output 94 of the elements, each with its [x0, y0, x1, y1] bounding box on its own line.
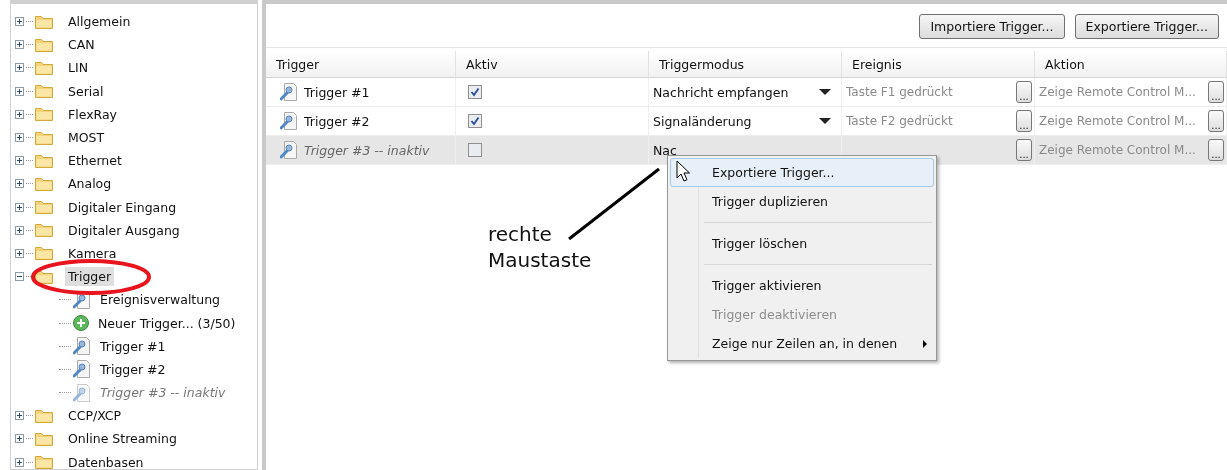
dropdown-arrow-icon[interactable] — [819, 89, 831, 95]
expand-icon[interactable] — [15, 40, 24, 50]
folder-icon — [35, 153, 53, 168]
tree-item[interactable]: Trigger — [65, 267, 115, 287]
tree-item[interactable]: Digitaler Eingang — [65, 197, 180, 217]
collapse-icon[interactable] — [15, 272, 24, 282]
menu-item[interactable]: Trigger aktivieren — [670, 271, 934, 300]
expand-icon[interactable] — [15, 133, 24, 143]
browse-button[interactable]: ... — [1208, 139, 1224, 161]
toolbar-button[interactable]: Exportiere Trigger... — [1074, 14, 1219, 39]
folder-icon — [35, 84, 53, 99]
checkbox[interactable] — [468, 85, 482, 99]
expand-icon[interactable] — [15, 248, 24, 258]
wrench-document-icon — [73, 337, 91, 356]
tree-item[interactable]: Trigger #2 — [97, 359, 169, 379]
plus-circle-icon — [73, 315, 89, 332]
mode-dropdown[interactable]: Signaländerung — [653, 113, 752, 129]
folder-icon — [35, 176, 53, 191]
expand-icon[interactable] — [15, 179, 24, 189]
tree-item[interactable]: Online Streaming — [65, 429, 180, 449]
menu-item[interactable]: Exportiere Trigger... — [670, 158, 934, 187]
menu-item[interactable]: Trigger löschen — [670, 229, 934, 258]
tree-item[interactable]: Neuer Trigger... (3/50) — [95, 313, 239, 333]
wrench-document-icon — [280, 112, 298, 130]
event-text: Taste F2 gedrückt — [846, 114, 954, 128]
wrench-document-icon — [280, 141, 298, 159]
mouse-pointer-icon — [676, 160, 690, 182]
tree-item[interactable]: CCP/XCP — [65, 406, 125, 426]
tree-item[interactable]: Analog — [65, 174, 115, 194]
trigger-name: Trigger #1 — [304, 84, 370, 100]
submenu-arrow-icon — [923, 339, 927, 348]
expand-icon[interactable] — [15, 156, 24, 166]
expand-icon[interactable] — [15, 63, 24, 73]
table-row[interactable]: Trigger #1 Nachricht empfangen Taste F1 gedrückt ... Zeige Remote Control M... ... — [266, 78, 1227, 107]
tree-item[interactable]: Datenbasen — [65, 452, 147, 470]
tree-item[interactable]: FlexRay — [65, 104, 120, 124]
folder-icon — [35, 431, 53, 446]
column-header[interactable]: Triggermodus — [649, 51, 842, 77]
checkbox[interactable] — [468, 114, 482, 128]
browse-button[interactable]: ... — [1016, 110, 1032, 132]
annotation-text: rechte Maustaste — [488, 221, 593, 273]
wrench-document-icon — [280, 83, 298, 101]
wrench-document-icon — [73, 360, 91, 379]
table-row[interactable]: Trigger #3 -- inaktiv Nac ... Zeige Remote Control M... ... — [266, 136, 1227, 165]
expand-icon[interactable] — [15, 17, 24, 27]
expand-icon[interactable] — [15, 202, 24, 212]
dropdown-arrow-icon[interactable] — [819, 118, 831, 124]
expand-icon[interactable] — [15, 109, 24, 119]
tree-item[interactable]: Trigger #1 — [97, 336, 169, 356]
tree-item[interactable]: LIN — [65, 58, 91, 78]
tree-item[interactable]: Serial — [65, 81, 107, 101]
folder-icon — [35, 455, 53, 470]
action-text: Zeige Remote Control M... — [1039, 114, 1197, 128]
tree-item[interactable]: Digitaler Ausgang — [65, 220, 183, 240]
menu-item[interactable]: Zeige nur Zeilen an, in denen — [670, 329, 934, 358]
folder-icon — [35, 14, 53, 29]
folder-icon — [35, 130, 53, 145]
column-header[interactable]: Trigger — [266, 51, 456, 77]
menu-item[interactable]: Trigger duplizieren — [670, 187, 934, 216]
column-header[interactable]: Ereignis — [842, 51, 1035, 77]
tree-item[interactable]: MOST — [65, 128, 108, 148]
expand-icon[interactable] — [15, 225, 24, 235]
action-text: Zeige Remote Control M... — [1039, 143, 1197, 157]
mode-dropdown[interactable]: Nac — [653, 142, 677, 158]
folder-icon — [35, 246, 53, 261]
folder-icon — [35, 223, 53, 238]
tree-item[interactable]: Kamera — [65, 243, 120, 263]
browse-button[interactable]: ... — [1208, 81, 1224, 103]
browse-button[interactable]: ... — [1016, 81, 1032, 103]
expand-icon[interactable] — [15, 434, 24, 444]
tree-item[interactable]: Allgemein — [65, 12, 134, 32]
expand-icon[interactable] — [15, 86, 24, 96]
trigger-name: Trigger #2 — [304, 113, 370, 129]
action-text: Zeige Remote Control M... — [1039, 85, 1197, 99]
folder-icon — [35, 107, 53, 122]
tree-item[interactable]: Ereignisverwaltung — [97, 290, 224, 310]
folder-icon — [35, 408, 53, 423]
event-text: Taste F1 gedrückt — [846, 85, 954, 99]
folder-icon — [35, 37, 53, 52]
folder-icon — [35, 200, 53, 215]
tree-item[interactable]: Ethernet — [65, 151, 125, 171]
toolbar-button[interactable]: Importiere Trigger... — [919, 14, 1065, 39]
wrench-document-icon — [73, 383, 91, 402]
expand-icon[interactable] — [15, 457, 24, 467]
folder-icon — [35, 60, 53, 75]
tree-item[interactable]: CAN — [65, 35, 98, 55]
checkbox[interactable] — [468, 143, 482, 157]
trigger-name: Trigger #3 -- inaktiv — [304, 142, 430, 158]
mode-dropdown[interactable]: Nachricht empfangen — [653, 84, 789, 100]
column-header[interactable]: Aktiv — [456, 51, 649, 77]
expand-icon[interactable] — [15, 411, 24, 421]
column-header[interactable]: Aktion — [1035, 51, 1227, 77]
browse-button[interactable]: ... — [1208, 110, 1224, 132]
browse-button[interactable]: ... — [1016, 139, 1032, 161]
